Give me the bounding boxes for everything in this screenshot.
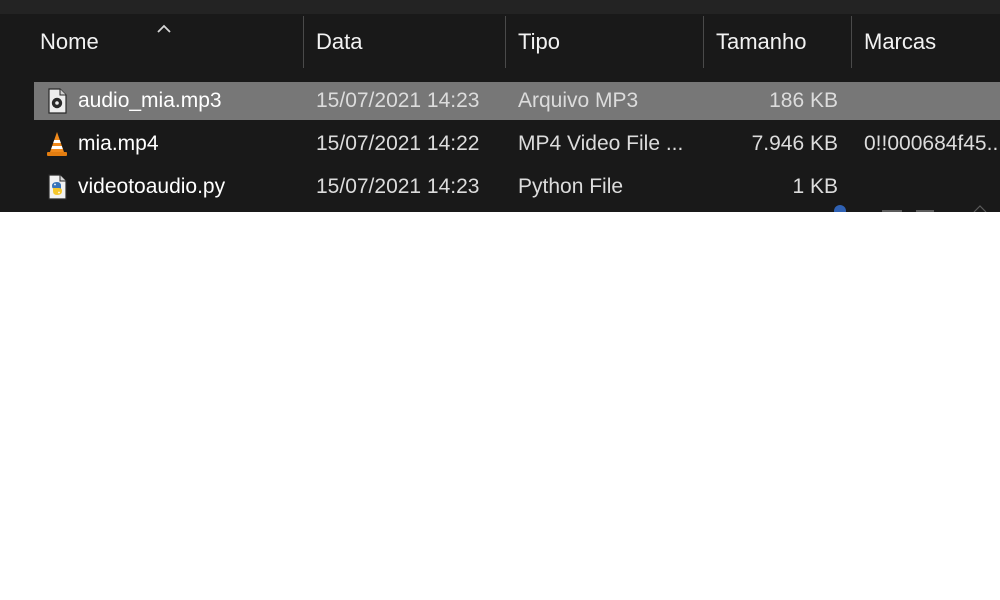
window-top-strip bbox=[0, 0, 1000, 14]
file-type: Arquivo MP3 bbox=[518, 89, 639, 112]
column-separator[interactable] bbox=[303, 16, 304, 68]
audio-file-icon bbox=[48, 88, 67, 114]
file-explorer: Nome Data Tipo Tamanho Marcas audio_mia.… bbox=[0, 0, 1000, 212]
file-row[interactable]: videotoaudio.py 15/07/2021 14:23 Python … bbox=[34, 168, 1000, 206]
file-size: 1 KB bbox=[792, 175, 838, 198]
column-separator[interactable] bbox=[851, 16, 852, 68]
column-separator[interactable] bbox=[505, 16, 506, 68]
file-name: videotoaudio.py bbox=[78, 175, 226, 198]
vlc-cone-icon bbox=[47, 132, 67, 156]
partial-icons bbox=[834, 205, 987, 212]
column-header: Nome Data Tipo Tamanho Marcas bbox=[0, 14, 1000, 76]
file-name: audio_mia.mp3 bbox=[78, 89, 222, 112]
python-file-icon bbox=[48, 174, 67, 200]
file-tags: 0!!000684f45... bbox=[864, 132, 1000, 155]
file-size: 7.946 KB bbox=[751, 132, 838, 155]
file-row[interactable]: mia.mp4 15/07/2021 14:22 MP4 Video File … bbox=[34, 125, 1000, 163]
file-size: 186 KB bbox=[769, 89, 838, 112]
column-header-name[interactable]: Nome bbox=[40, 14, 290, 76]
column-header-type[interactable]: Tipo bbox=[518, 14, 688, 76]
file-tags bbox=[864, 168, 1000, 206]
file-tags bbox=[864, 82, 1000, 120]
file-date: 15/07/2021 14:23 bbox=[316, 89, 480, 112]
column-header-size[interactable]: Tamanho bbox=[716, 14, 841, 76]
column-separator[interactable] bbox=[703, 16, 704, 68]
file-date: 15/07/2021 14:22 bbox=[316, 132, 480, 155]
column-header-tags[interactable]: Marcas bbox=[864, 14, 994, 76]
file-name: mia.mp4 bbox=[78, 132, 159, 155]
column-header-date[interactable]: Data bbox=[316, 14, 496, 76]
file-date: 15/07/2021 14:23 bbox=[316, 175, 480, 198]
file-type: Python File bbox=[518, 175, 624, 198]
file-row[interactable]: audio_mia.mp3 15/07/2021 14:23 Arquivo M… bbox=[34, 82, 1000, 120]
file-type: MP4 Video File ... bbox=[518, 132, 684, 155]
